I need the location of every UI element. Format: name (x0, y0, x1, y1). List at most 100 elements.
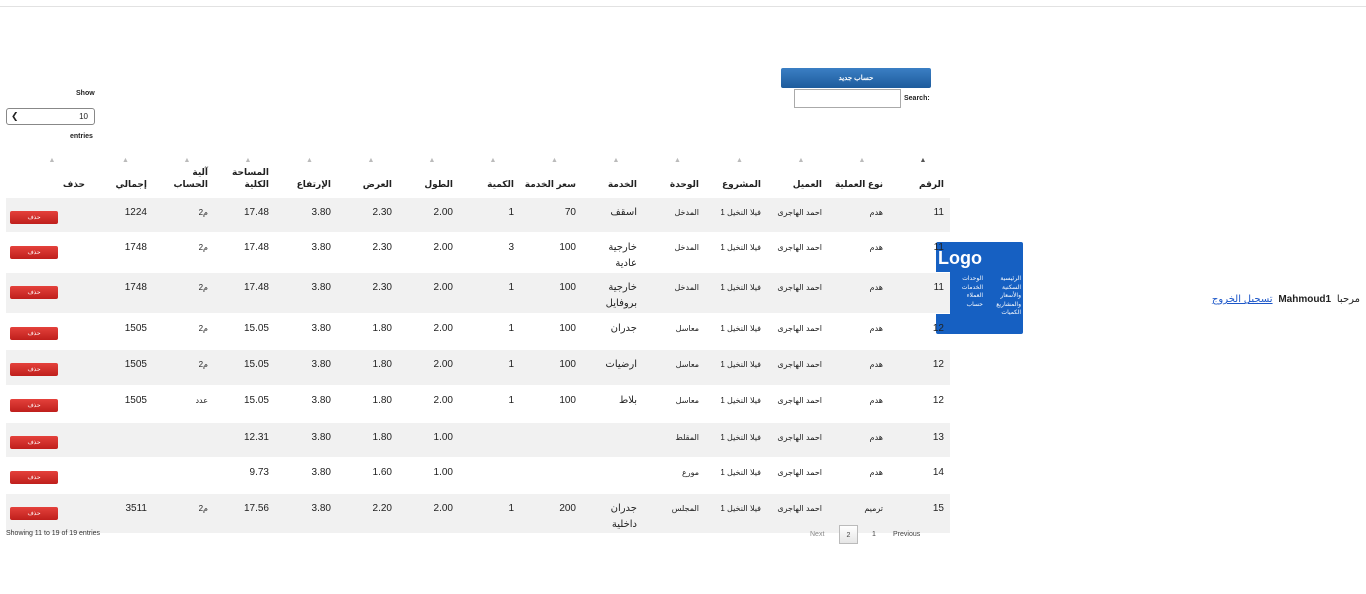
table-cell: 3.80 (275, 457, 337, 494)
column-header[interactable]: العرض ▲ (337, 150, 398, 198)
welcome-bar: مرحبا Mahmoud1 تسجيل الخروج (1212, 294, 1360, 305)
table-cell: هدم (828, 272, 889, 314)
column-header[interactable]: نوع العملية ▲ (828, 150, 889, 198)
nav-link[interactable]: السكنية (985, 284, 1021, 293)
delete-button[interactable]: حذف (10, 398, 58, 412)
column-header-label: آلية الحساب (173, 167, 208, 189)
username: Mahmoud1 (1278, 294, 1332, 305)
column-header[interactable]: إجمالي ▲ (91, 150, 153, 198)
entries-label: entries (70, 133, 93, 140)
table-cell: هدم (828, 385, 889, 423)
column-header[interactable]: الطول ▲ (398, 150, 459, 198)
delete-cell: حذف (6, 232, 91, 273)
table-cell: 1748 (91, 232, 153, 273)
nav-link[interactable]: حساب (947, 301, 983, 310)
table-cell: فيلا النخيل 1 (705, 313, 767, 350)
table-cell: معاسل (643, 313, 705, 350)
table-cell: ترميم (828, 493, 889, 534)
delete-cell: حذف (6, 422, 91, 458)
table-cell: 3.80 (275, 272, 337, 314)
table-cell: م2 (153, 349, 214, 386)
column-header[interactable]: الوحدة ▲ (643, 150, 705, 198)
table-cell: م2 (153, 232, 214, 273)
delete-cell: حذف (6, 198, 91, 233)
nav-link[interactable]: الخدمات (947, 284, 983, 293)
table-cell: جدران (582, 313, 643, 350)
sort-arrow-icon: ▲ (306, 157, 313, 164)
delete-cell: حذف (6, 313, 91, 350)
table-cell (459, 457, 520, 494)
delete-button[interactable]: حذف (10, 326, 58, 340)
nav-link[interactable]: الكميات (985, 309, 1021, 318)
table-cell: خارجية عادية (582, 232, 643, 273)
table-row: 11 هدم احمد الهاجرى فيلا النخيل 1 المدخل خارج… (6, 232, 950, 273)
table-cell: 1748 (91, 272, 153, 314)
delete-button[interactable]: حذف (10, 362, 58, 376)
table-cell: 17.48 (214, 272, 275, 314)
table-cell: فيلا النخيل 1 (705, 232, 767, 273)
sort-arrow-icon: ▲ (489, 157, 497, 164)
table-cell: 1 (459, 313, 520, 350)
logout-link[interactable]: تسجيل الخروج (1212, 294, 1273, 305)
accounts-table: الرقم ▲ نوع العملية ▲ العميل ▲ المشروع ▲ الوحدة ▲… (6, 150, 950, 534)
sort-arrow-icon: ▲ (551, 157, 558, 164)
column-header[interactable]: آلية الحساب ▲ (153, 150, 214, 198)
column-header[interactable]: الإرتفاع ▲ (275, 150, 337, 198)
nav-link[interactable]: العملاء (947, 292, 983, 301)
table-cell: احمد الهاجرى (767, 422, 828, 458)
table-cell: 100 (520, 349, 582, 386)
column-header[interactable]: الخدمة ▲ (582, 150, 643, 198)
sort-arrow-icon: ▲ (428, 157, 436, 164)
nav-link[interactable]: الوحدات (947, 275, 983, 284)
column-header[interactable]: الرقم ▲ (889, 150, 950, 198)
search-input[interactable] (794, 89, 901, 108)
column-header-label: العرض (362, 179, 392, 189)
table-cell: اسقف (582, 198, 643, 233)
table-cell: 100 (520, 385, 582, 423)
table-cell: 2.00 (398, 385, 459, 423)
delete-button[interactable]: حذف (10, 285, 58, 299)
delete-cell: حذف (6, 385, 91, 423)
table-cell: 17.48 (214, 198, 275, 233)
table-cell: 3 (459, 232, 520, 273)
column-header[interactable]: حذف ▲ (6, 150, 91, 198)
delete-button[interactable]: حذف (10, 211, 58, 224)
table-cell: 1 (459, 349, 520, 386)
delete-button[interactable]: حذف (10, 435, 58, 449)
table-cell: 1 (459, 272, 520, 314)
nav-link[interactable]: والمشاريع (985, 301, 1021, 310)
table-cell: 70 (520, 198, 582, 233)
sort-arrow-icon: ▲ (183, 157, 191, 164)
table-cell: 17.48 (214, 232, 275, 273)
delete-button[interactable]: حذف (10, 245, 58, 259)
next-page-button[interactable]: Next (810, 525, 824, 544)
entries-per-page-select[interactable]: ❮ 10 (6, 108, 95, 125)
table-cell (91, 422, 153, 458)
table-cell: المقلط (643, 422, 705, 458)
column-header[interactable]: المشروع ▲ (705, 150, 767, 198)
column-header-label: المساحة الكلية (232, 167, 269, 189)
table-cell: 1.80 (337, 313, 398, 350)
table-cell: 1 (459, 385, 520, 423)
page-2-button[interactable]: 2 (839, 525, 858, 544)
page-1-button[interactable]: 1 (869, 525, 879, 544)
table-cell: 1505 (91, 313, 153, 350)
previous-page-button[interactable]: Previous (893, 525, 920, 544)
column-header[interactable]: الكمية ▲ (459, 150, 520, 198)
table-cell: 100 (520, 313, 582, 350)
delete-button[interactable]: حذف (10, 470, 58, 484)
nav-link[interactable]: الرئيسية (985, 275, 1021, 284)
table-cell: المدخل (643, 232, 705, 273)
column-header[interactable]: المساحة الكلية ▲ (214, 150, 275, 198)
table-cell (520, 457, 582, 494)
table-cell: 100 (520, 272, 582, 314)
column-header[interactable]: العميل ▲ (767, 150, 828, 198)
table-cell (153, 422, 214, 458)
new-account-button[interactable]: حساب جديد (781, 68, 931, 88)
nav-link[interactable]: والأسعار (985, 292, 1021, 301)
table-cell: 2.00 (398, 349, 459, 386)
table-cell: 1 (459, 198, 520, 233)
delete-button[interactable]: حذف (10, 506, 58, 520)
table-cell: 1505 (91, 385, 153, 423)
column-header[interactable]: سعر الخدمة ▲ (520, 150, 582, 198)
